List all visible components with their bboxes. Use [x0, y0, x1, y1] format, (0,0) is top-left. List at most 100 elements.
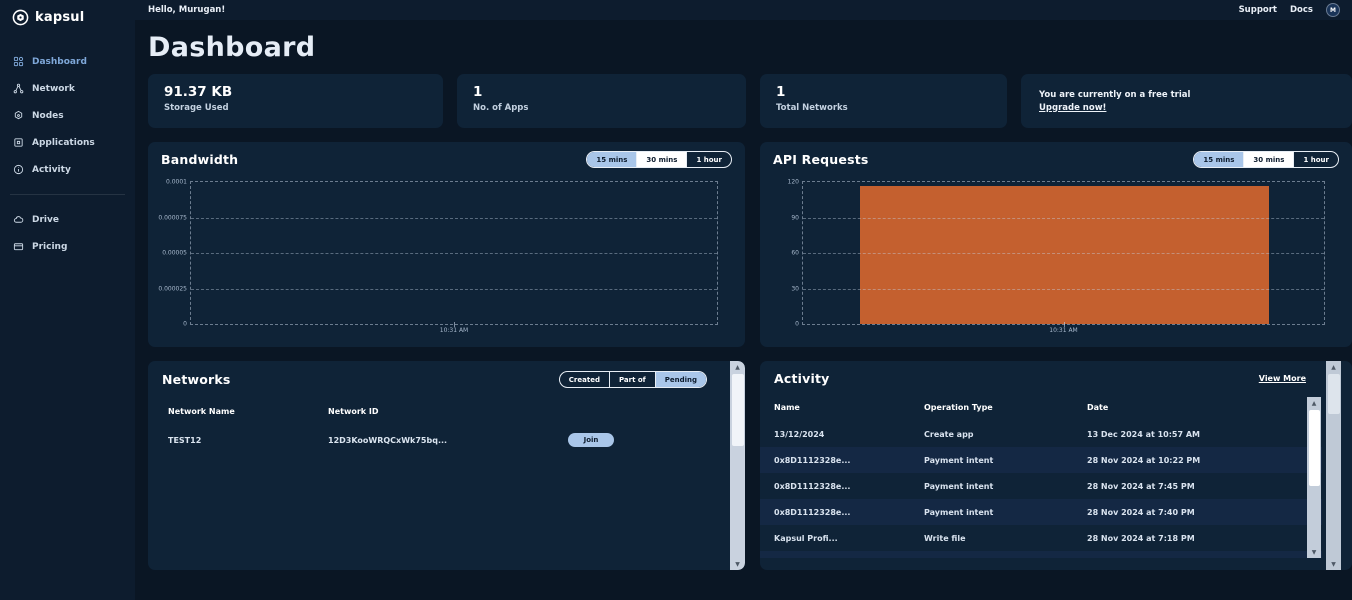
sidebar-item-pricing[interactable]: Pricing: [0, 233, 135, 260]
y-axis-tick: 0.0001: [166, 179, 187, 186]
scroll-down-button[interactable]: ▼: [730, 558, 745, 570]
y-axis-tick: 120: [788, 179, 799, 186]
activity-date-cell: 28 Nov 2024 at 7:45 PM: [1087, 482, 1308, 491]
scroll-up-button[interactable]: ▲: [1307, 397, 1321, 409]
activity-panel-scrollbar[interactable]: ▲ ▼: [1326, 361, 1341, 570]
scrollbar-thumb[interactable]: [732, 374, 744, 446]
view-more-link[interactable]: View More: [1259, 374, 1306, 383]
tab-pending[interactable]: Pending: [656, 372, 706, 387]
api-requests-bar: [860, 186, 1269, 324]
scrollbar-thumb[interactable]: [1328, 374, 1340, 414]
scroll-down-button[interactable]: ▼: [1326, 558, 1341, 570]
activity-date-cell: 13 Dec 2024 at 10:57 AM: [1087, 430, 1308, 439]
docs-link[interactable]: Docs: [1290, 5, 1313, 15]
sidebar-item-label: Nodes: [32, 111, 64, 121]
trial-message: You are currently on a free trial: [1039, 90, 1334, 100]
stat-value: 1: [776, 84, 991, 100]
topbar: Hello, Murugan! Support Docs M: [135, 0, 1352, 20]
filter-15-mins[interactable]: 15 mins: [1194, 152, 1244, 167]
activity-operation-cell: Create app: [924, 430, 1087, 439]
stat-card-storage: 91.37 KB Storage Used: [148, 74, 443, 128]
activity-table-header: Name Operation Type Date: [760, 403, 1352, 412]
sidebar-item-applications[interactable]: Applications: [0, 129, 135, 156]
bottom-row: Networks Created Part of Pending Network…: [148, 361, 1352, 570]
applications-icon: [13, 137, 24, 148]
charts-row: Bandwidth 15 mins 30 mins 1 hour 0.0001 …: [148, 142, 1352, 347]
tab-part-of[interactable]: Part of: [610, 372, 656, 387]
arrow-down-icon: ▼: [735, 561, 740, 568]
app-root: kapsul Dashboard Network Nodes Applicati…: [0, 0, 1352, 600]
activity-row[interactable]: 0x8D1112328e... Payment intent 28 Nov 20…: [760, 473, 1322, 499]
scroll-down-button[interactable]: ▼: [1307, 546, 1321, 558]
activity-panel-head: Activity View More: [760, 371, 1352, 386]
y-axis-tick: 0: [183, 321, 187, 328]
activity-operation-cell: Payment intent: [924, 456, 1087, 465]
brand-logo[interactable]: kapsul: [0, 0, 135, 26]
activity-date-cell: 28 Nov 2024 at 7:40 PM: [1087, 508, 1308, 517]
x-axis-tick: 10:31 AM: [440, 327, 468, 334]
sidebar-item-label: Activity: [32, 165, 71, 175]
bandwidth-panel-head: Bandwidth 15 mins 30 mins 1 hour: [161, 151, 732, 168]
sidebar-item-nodes[interactable]: Nodes: [0, 102, 135, 129]
networks-table-header: Network Name Network ID: [168, 407, 745, 416]
column-network-name: Network Name: [168, 407, 328, 416]
activity-table-scrollbar[interactable]: ▲ ▼: [1307, 397, 1321, 558]
activity-row-partial: [760, 551, 1322, 558]
y-axis-tick: 0.000025: [158, 285, 187, 292]
scrollbar-thumb[interactable]: [1309, 410, 1320, 486]
main-area: Hello, Murugan! Support Docs M Dashboard…: [135, 0, 1352, 600]
sidebar-item-network[interactable]: Network: [0, 75, 135, 102]
activity-row[interactable]: 0x8D1112328e... Payment intent 28 Nov 20…: [760, 447, 1322, 473]
join-button[interactable]: Join: [568, 433, 614, 447]
networks-table: Network Name Network ID TEST12 12D3KooWR…: [148, 407, 745, 447]
networks-title: Networks: [162, 372, 231, 387]
activity-title: Activity: [774, 371, 830, 386]
support-link[interactable]: Support: [1239, 5, 1277, 15]
upgrade-link[interactable]: Upgrade now!: [1039, 103, 1106, 113]
page-title: Dashboard: [148, 33, 1352, 63]
sidebar-item-dashboard[interactable]: Dashboard: [0, 48, 135, 75]
sidebar-item-label: Pricing: [32, 242, 67, 252]
greeting-text: Hello, Murugan!: [148, 5, 225, 15]
y-axis-tick: 60: [791, 250, 799, 257]
column-operation-type: Operation Type: [924, 403, 1087, 412]
brand-name: kapsul: [35, 10, 84, 25]
sidebar-item-activity[interactable]: Activity: [0, 156, 135, 183]
stat-card-apps: 1 No. of Apps: [457, 74, 746, 128]
sidebar-item-label: Dashboard: [32, 57, 87, 67]
sidebar-item-label: Network: [32, 84, 75, 94]
activity-row[interactable]: Kapsul Profi... Write file 28 Nov 2024 a…: [760, 525, 1322, 551]
networks-scrollbar[interactable]: ▲ ▼: [730, 361, 745, 570]
activity-panel: Activity View More Name Operation Type D…: [760, 361, 1352, 570]
grid-icon: [13, 56, 24, 67]
filter-30-mins[interactable]: 30 mins: [1244, 152, 1294, 167]
arrow-down-icon: ▼: [1331, 561, 1336, 568]
networks-panel: Networks Created Part of Pending Network…: [148, 361, 745, 570]
stat-value: 91.37 KB: [164, 84, 427, 100]
activity-date-cell: 28 Nov 2024 at 7:18 PM: [1087, 534, 1308, 543]
sidebar-item-drive[interactable]: Drive: [0, 206, 135, 233]
scroll-up-button[interactable]: ▲: [1326, 361, 1341, 373]
filter-15-mins[interactable]: 15 mins: [587, 152, 637, 167]
filter-30-mins[interactable]: 30 mins: [637, 152, 687, 167]
filter-1-hour[interactable]: 1 hour: [687, 152, 731, 167]
activity-name-cell: 13/12/2024: [774, 430, 924, 439]
api-requests-title: API Requests: [773, 152, 869, 167]
activity-name-cell: 0x8D1112328e...: [774, 482, 924, 491]
plot-gridline: [191, 253, 717, 254]
topbar-actions: Support Docs M: [1239, 3, 1340, 17]
stat-label: No. of Apps: [473, 103, 730, 113]
y-axis-tick: 0: [795, 321, 799, 328]
stat-label: Storage Used: [164, 103, 427, 113]
tab-created[interactable]: Created: [560, 372, 610, 387]
arrow-down-icon: ▼: [1312, 549, 1317, 556]
plot-gridline: [191, 218, 717, 219]
filter-1-hour[interactable]: 1 hour: [1294, 152, 1338, 167]
x-axis-tick: 10:31 AM: [1049, 327, 1077, 334]
avatar[interactable]: M: [1326, 3, 1340, 17]
sidebar-nav: Dashboard Network Nodes Applications Act…: [0, 48, 135, 260]
scroll-up-button[interactable]: ▲: [730, 361, 745, 373]
bandwidth-panel: Bandwidth 15 mins 30 mins 1 hour 0.0001 …: [148, 142, 745, 347]
activity-row[interactable]: 0x8D1112328e... Payment intent 28 Nov 20…: [760, 499, 1322, 525]
activity-row[interactable]: 13/12/2024 Create app 13 Dec 2024 at 10:…: [760, 421, 1322, 447]
